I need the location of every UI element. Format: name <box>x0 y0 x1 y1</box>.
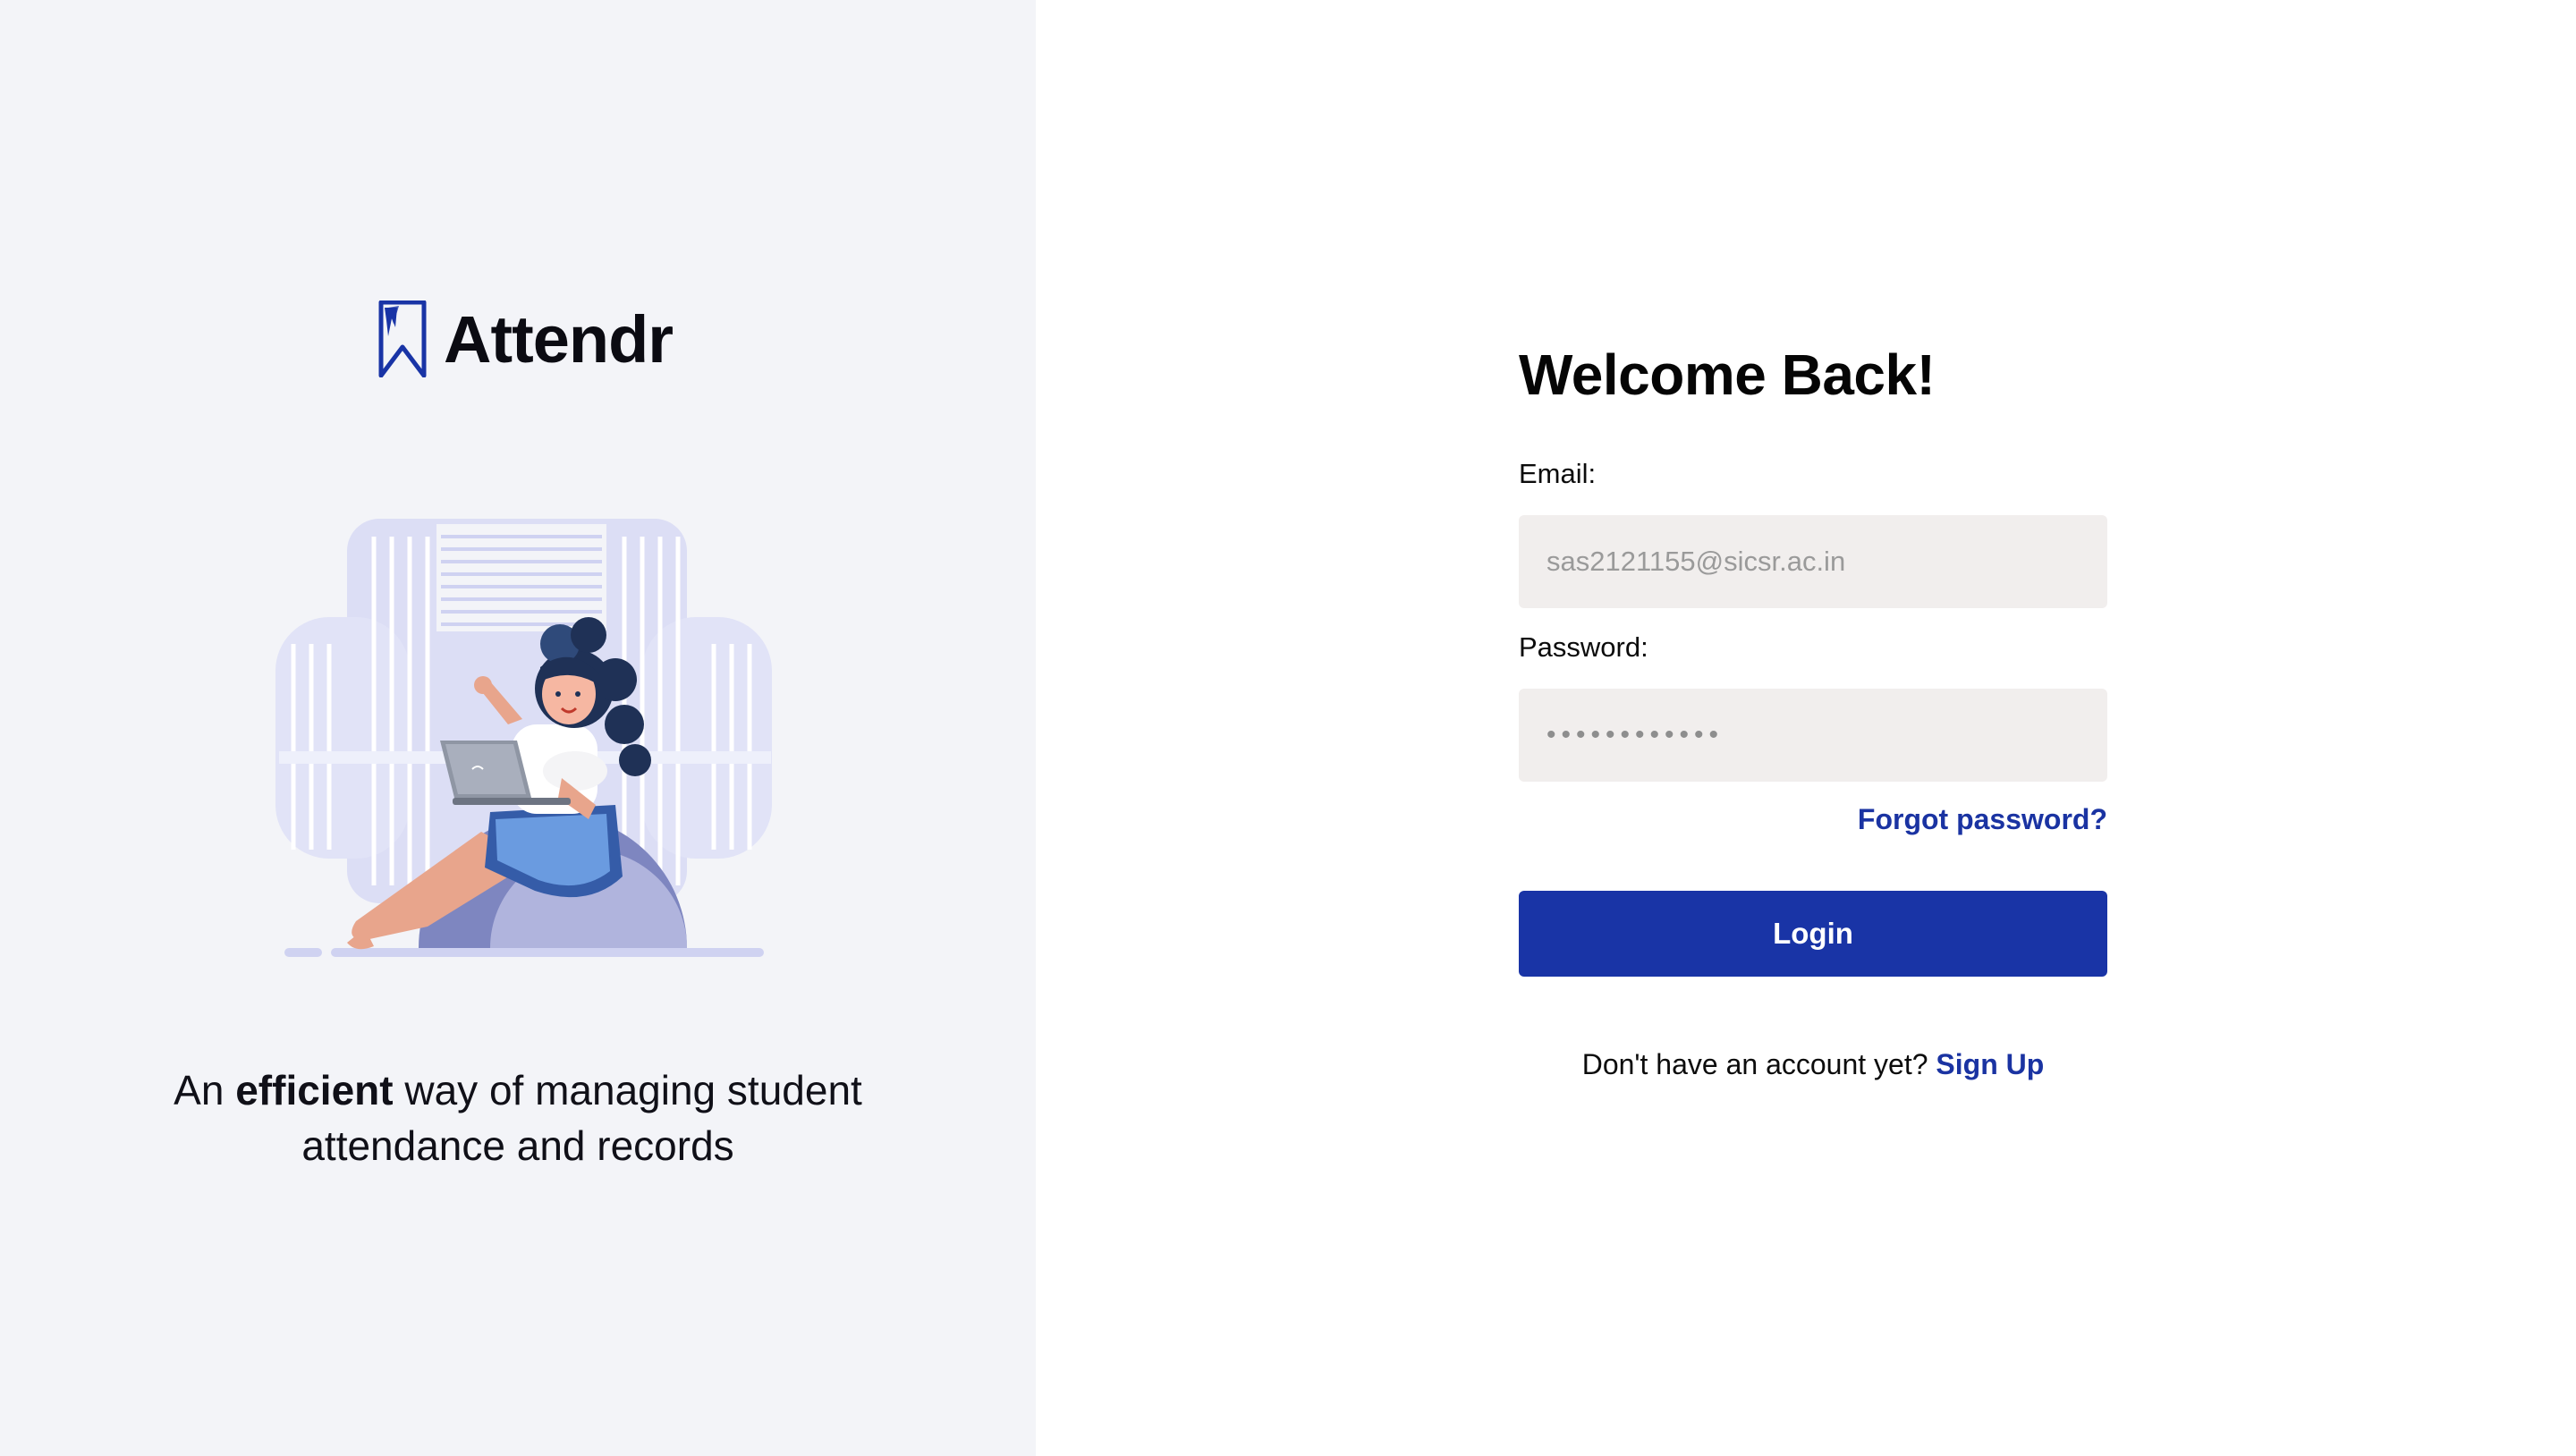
tagline: An efficient way of managing student att… <box>89 1062 946 1173</box>
tagline-prefix: An <box>174 1067 236 1113</box>
woman-with-laptop-illustration <box>275 519 772 957</box>
tagline-emphasis: efficient <box>235 1067 394 1113</box>
password-label: Password: <box>1519 631 1648 663</box>
email-label: Email: <box>1519 458 1597 489</box>
signup-prompt: Don't have an account yet? <box>1581 1048 1928 1080</box>
signup-link[interactable]: Sign Up <box>1936 1048 2044 1080</box>
left-panel: Attendr An efficient way of managing stu… <box>0 0 1036 1456</box>
forgot-password-link[interactable]: Forgot password? <box>1519 801 2107 837</box>
password-field[interactable] <box>1519 689 2107 782</box>
login-form: Welcome Back! Email: Password: Forgot pa… <box>1519 334 2107 1082</box>
brand-name: Attendr <box>444 301 674 377</box>
email-field[interactable] <box>1519 515 2107 608</box>
brand: Attendr <box>376 301 674 377</box>
bookmark-logo-icon <box>378 301 427 377</box>
page-title: Welcome Back! <box>1519 343 1936 407</box>
login-button[interactable]: Login <box>1519 891 2107 977</box>
signup-line: Don't have an account yet? Sign Up <box>1519 1046 2107 1082</box>
hero-illustration <box>267 510 778 966</box>
